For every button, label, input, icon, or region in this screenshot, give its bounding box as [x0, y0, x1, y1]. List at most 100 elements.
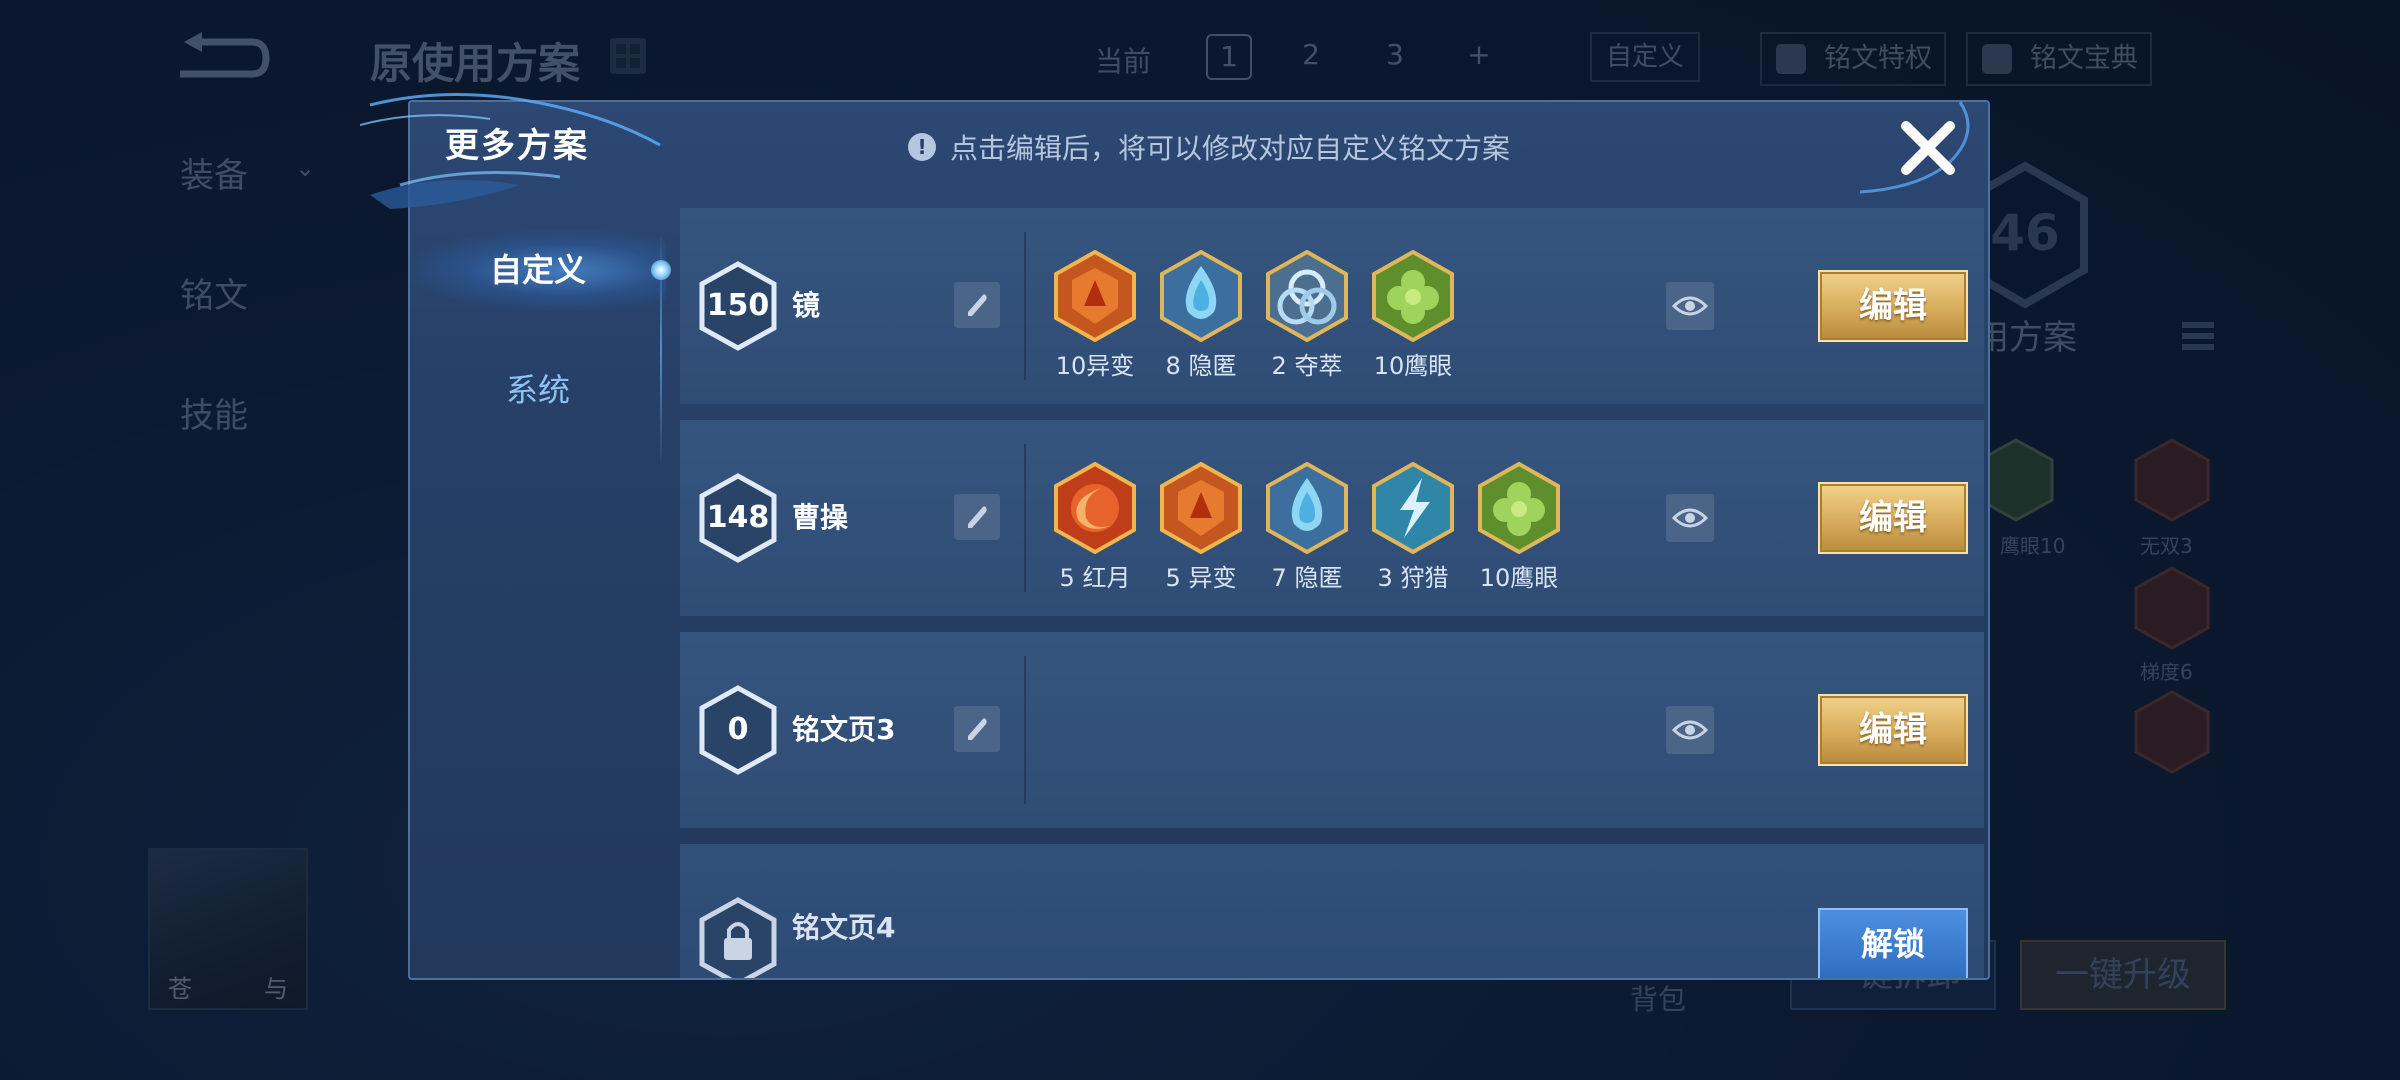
row-divider [1024, 444, 1026, 592]
scheme-row: 0 铭文页3 编辑 [680, 632, 1984, 828]
scheme-name: 铭文页4 [792, 911, 896, 944]
chevron-down-icon: ⌄ [295, 154, 316, 182]
rune-label: 鹰眼10 [2000, 534, 2066, 558]
pencil-icon [968, 506, 987, 528]
side-tab-equipment[interactable]: 装备 [180, 148, 248, 197]
eye-icon [1672, 720, 1708, 740]
scheme-name: 曹操 [792, 501, 849, 534]
current-label: 当前 [1095, 45, 1152, 78]
pencil-icon [968, 294, 987, 316]
rune-item[interactable]: 10鹰眼 [1360, 250, 1466, 380]
scheme-level: 150 [706, 288, 770, 323]
page-1-button[interactable]: 1 [1206, 34, 1252, 80]
rune-item[interactable]: 8 隐匿 [1148, 250, 1254, 380]
row-divider [1024, 656, 1026, 804]
hero-avatar[interactable]: 苍与 [148, 848, 308, 1010]
rune-label: 10异变 [1055, 352, 1135, 380]
info-icon: ! [908, 133, 936, 161]
treasury-button[interactable]: 铭文宝典 [1966, 32, 2152, 86]
rune-label: 梯度6 [2140, 660, 2193, 684]
back-arrow-icon[interactable] [170, 30, 270, 82]
green-clover-rune-icon [1478, 462, 1560, 554]
bag-label[interactable]: 背包 [1630, 978, 1686, 1018]
tab-system-label: 系统 [505, 371, 570, 409]
rune-item[interactable]: 5 红月 [1042, 462, 1148, 592]
active-tab-indicator [651, 260, 671, 280]
rune-item[interactable]: 3 狩猎 [1360, 462, 1466, 592]
side-tab-runes[interactable]: 铭文 [180, 268, 248, 317]
rune-item[interactable]: 2 夺萃 [1254, 250, 1360, 380]
scheme-list[interactable]: 150 镜 10异变 8 隐匿 2 夺萃 10鹰眼 编辑 148 曹操 5 红月… [680, 208, 1984, 978]
scheme-row: 150 镜 10异变 8 隐匿 2 夺萃 10鹰眼 编辑 [680, 208, 1984, 404]
rune-item[interactable]: 5 异变 [1148, 462, 1254, 592]
edit-button[interactable]: 编辑 [1818, 482, 1968, 554]
preview-button[interactable] [1666, 282, 1714, 330]
eye-icon [1672, 508, 1708, 528]
list-icon[interactable] [2180, 318, 2216, 354]
scheme-title: 原使用方案 [370, 39, 581, 88]
rune-label: 3 狩猎 [1377, 564, 1449, 592]
scheme-level: 148 [706, 500, 770, 535]
grid-icon[interactable] [610, 38, 646, 74]
pencil-icon [968, 718, 987, 740]
badge-icon [1982, 44, 2012, 74]
tab-custom[interactable]: 自定义 [410, 230, 671, 310]
rune-icon [2134, 566, 2210, 650]
scheme-level: 0 [727, 712, 749, 747]
scheme-tabs: 自定义 系统 [410, 230, 671, 970]
preview-button[interactable] [1666, 706, 1714, 754]
lock-icon [699, 897, 777, 978]
rune-label: 5 红月 [1059, 564, 1131, 592]
rune-label: 10鹰眼 [1373, 352, 1453, 380]
hero-name: 苍与 [168, 975, 288, 1003]
edit-button[interactable]: 编辑 [1818, 270, 1968, 342]
tab-system[interactable]: 系统 [410, 350, 666, 430]
rune-set: 5 红月 5 异变 7 隐匿 3 狩猎 10鹰眼 [1042, 462, 1572, 592]
rune-label: 8 隐匿 [1165, 352, 1237, 380]
privilege-button[interactable]: 铭文特权 [1760, 32, 1946, 86]
book-icon [1776, 44, 1806, 74]
red-shield-rune-icon [1160, 462, 1242, 554]
scheme-name: 铭文页3 [792, 713, 896, 746]
privilege-label: 铭文特权 [1824, 43, 1932, 74]
rune-label: 2 夺萃 [1271, 352, 1343, 380]
rune-item[interactable]: 7 隐匿 [1254, 462, 1360, 592]
close-icon[interactable] [1892, 112, 1964, 184]
rune-item[interactable]: 10鹰眼 [1466, 462, 1572, 592]
dialog-title: 更多方案 [445, 126, 589, 166]
page-2-button[interactable]: 2 [1288, 34, 1334, 80]
preview-button[interactable] [1666, 494, 1714, 542]
treasury-label: 铭文宝典 [2030, 43, 2138, 74]
rename-button[interactable] [954, 706, 1000, 752]
green-clover-rune-icon [1372, 250, 1454, 342]
eye-icon [1672, 296, 1708, 316]
red-shield-rune-icon [1054, 250, 1136, 342]
blue-knot-rune-icon [1266, 250, 1348, 342]
rune-icon [2134, 690, 2210, 774]
side-tab-skills[interactable]: 技能 [180, 388, 248, 437]
rename-button[interactable] [954, 282, 1000, 328]
scheme-name: 镜 [792, 289, 821, 322]
add-page-button[interactable]: + [1456, 34, 1502, 80]
rune-label: 5 异变 [1165, 564, 1237, 592]
rune-label: 无双3 [2140, 534, 2193, 558]
rename-button[interactable] [954, 494, 1000, 540]
rune-label: 7 隐匿 [1271, 564, 1343, 592]
scheme-label: 用方案 [1975, 318, 2077, 358]
page-3-button[interactable]: 3 [1372, 34, 1418, 80]
unlock-button[interactable]: 解锁 [1818, 908, 1968, 978]
hint-text: ! 点击编辑后，将可以修改对应自定义铭文方案 [908, 127, 1510, 167]
scheme-row: 148 曹操 5 红月 5 异变 7 隐匿 3 狩猎 10鹰眼 编辑 [680, 420, 1984, 616]
rune-set: 10异变 8 隐匿 2 夺萃 10鹰眼 [1042, 250, 1466, 380]
custom-button[interactable]: 自定义 [1590, 32, 1700, 82]
upgrade-button[interactable]: 一键升级 [2020, 940, 2226, 1010]
blue-drop-rune-icon [1266, 462, 1348, 554]
blue-lightning-rune-icon [1372, 462, 1454, 554]
blue-drop-rune-icon [1160, 250, 1242, 342]
rune-item[interactable]: 10异变 [1042, 250, 1148, 380]
hint-label: 点击编辑后，将可以修改对应自定义铭文方案 [950, 132, 1511, 165]
scheme-row-locked: 铭文页4 解锁 [680, 844, 1984, 978]
rune-label: 10鹰眼 [1479, 564, 1559, 592]
edit-button[interactable]: 编辑 [1818, 694, 1968, 766]
svg-text:46: 46 [1990, 204, 2060, 262]
